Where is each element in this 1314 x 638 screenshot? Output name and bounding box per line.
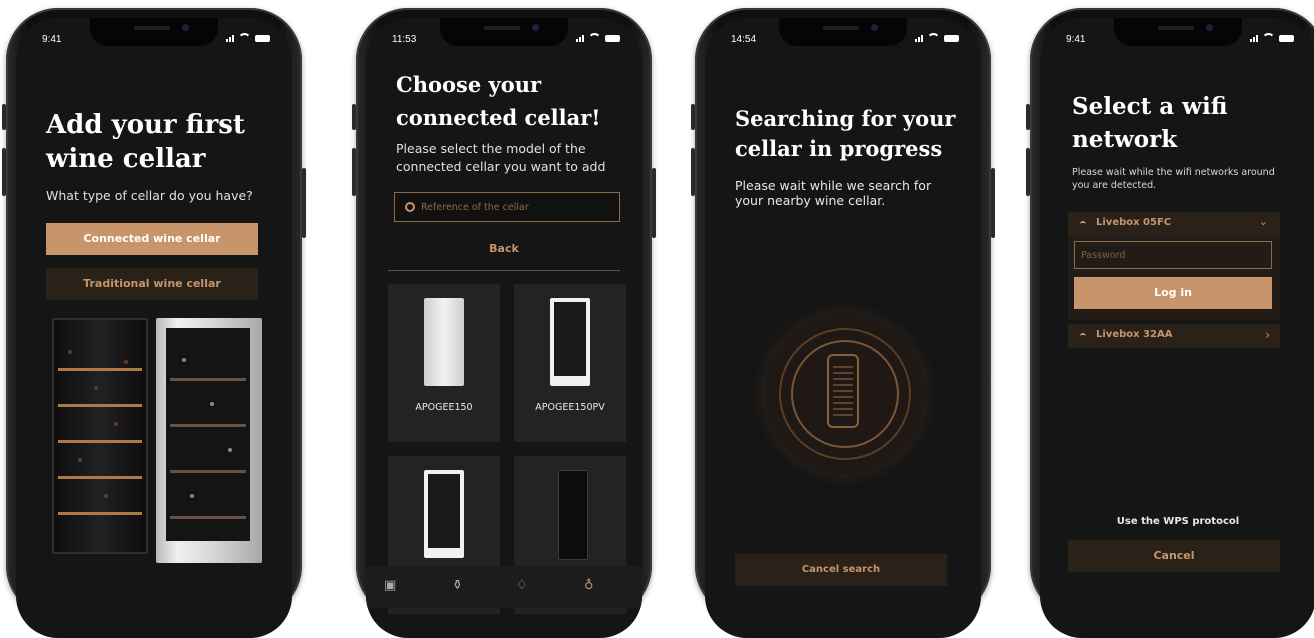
- signal-icon: [1250, 35, 1258, 42]
- connected-wine-cellar-button[interactable]: Connected wine cellar: [46, 223, 258, 255]
- page-title: Choose your connected cellar!: [396, 72, 601, 130]
- wifi-network-item[interactable]: Livebox 05FC ⌄: [1068, 212, 1280, 236]
- page-subtitle: Please wait while the wifi networks arou…: [1072, 167, 1275, 191]
- page-title: Select a wifi network: [1072, 93, 1228, 153]
- bell-tab-icon[interactable]: ♢: [516, 578, 528, 593]
- screen-searching: 14:54 Searching for your cellar in progr…: [705, 18, 981, 638]
- chevron-right-icon: ›: [1265, 328, 1270, 342]
- password-panel: Password Log in: [1068, 236, 1280, 320]
- model-tile-apogee150[interactable]: APOGEE150: [388, 284, 500, 442]
- status-icons: [226, 33, 270, 42]
- search-radar-icon: [765, 314, 925, 474]
- wifi-icon: [1262, 33, 1275, 42]
- page-title: Searching for your cellar in progress: [735, 106, 956, 161]
- signal-icon: [915, 35, 923, 42]
- wifi-icon: [238, 33, 251, 42]
- battery-icon: [605, 35, 620, 42]
- status-time: 9:41: [1066, 34, 1086, 45]
- phone-icon: [827, 354, 859, 428]
- wifi-icon: [1080, 221, 1086, 227]
- battery-icon: [255, 35, 270, 42]
- wifi-network-item[interactable]: Livebox 32AA ›: [1068, 324, 1280, 348]
- cellar-tab-icon[interactable]: ▣: [384, 578, 396, 593]
- cellar-thumbnail: [558, 470, 588, 560]
- model-tile-apogee150pv[interactable]: APOGEE150PV: [514, 284, 626, 442]
- wifi-icon: [927, 33, 940, 42]
- cellar-thumbnail: [424, 298, 464, 386]
- model-label: APOGEE150: [415, 402, 473, 413]
- cellar-thumbnail: [550, 298, 590, 386]
- cellar-thumbnail: [424, 470, 464, 558]
- screen-add-cellar: 9:41 Add your first wine cellar What typ…: [16, 18, 292, 638]
- wps-protocol-link[interactable]: Use the WPS protocol: [1040, 516, 1314, 527]
- signal-icon: [226, 35, 234, 42]
- phone-frame-add-cellar: 9:41 Add your first wine cellar What typ…: [2, 8, 306, 638]
- screen-wifi: 9:41 Select a wifi network Please wait w…: [1040, 18, 1314, 638]
- phone-frame-searching: 14:54 Searching for your cellar in progr…: [691, 8, 995, 638]
- traditional-wine-cellar-button[interactable]: Traditional wine cellar: [46, 268, 258, 300]
- signal-icon: [576, 35, 584, 42]
- page-subtitle: Please select the model of the connected…: [396, 141, 606, 174]
- screen-choose-cellar: 11:53 Choose your connected cellar! Plea…: [366, 18, 642, 638]
- model-label: APOGEE150PV: [535, 402, 605, 413]
- wine-cellar-image: [52, 318, 148, 554]
- back-button[interactable]: Back: [366, 242, 642, 255]
- page-title: Add your first wine cellar: [46, 110, 245, 174]
- network-name: Livebox 32AA: [1096, 329, 1173, 340]
- battery-icon: [944, 35, 959, 42]
- divider: [388, 270, 620, 271]
- wine-cellar-image: [156, 318, 262, 563]
- network-name: Livebox 05FC: [1096, 217, 1172, 228]
- search-icon: [405, 202, 415, 212]
- status-time: 9:41: [42, 34, 62, 45]
- battery-icon: [1279, 35, 1294, 42]
- status-time: 11:53: [392, 34, 417, 45]
- bottom-tab-bar: ▣ ⚱ ♢ ♁: [366, 566, 642, 608]
- bottle-tab-icon[interactable]: ⚱: [452, 578, 463, 593]
- cancel-search-button[interactable]: Cancel search: [735, 554, 947, 586]
- wifi-icon: [588, 33, 601, 42]
- search-input[interactable]: Reference of the cellar: [394, 192, 620, 222]
- password-input[interactable]: Password: [1074, 241, 1272, 269]
- page-subtitle: What type of cellar do you have?: [46, 188, 253, 203]
- status-time: 14:54: [731, 34, 757, 45]
- status-icons: [1250, 33, 1294, 42]
- profile-tab-icon[interactable]: ♁: [584, 578, 594, 593]
- status-icons: [576, 33, 620, 42]
- login-button[interactable]: Log in: [1074, 277, 1272, 309]
- cancel-button[interactable]: Cancel: [1068, 540, 1280, 572]
- status-icons: [915, 33, 959, 42]
- wifi-icon: [1080, 333, 1086, 339]
- phone-frame-wifi: 9:41 Select a wifi network Please wait w…: [1026, 8, 1314, 638]
- page-subtitle: Please wait while we search for your nea…: [735, 178, 932, 208]
- search-placeholder: Reference of the cellar: [421, 202, 529, 213]
- phone-frame-choose-cellar: 11:53 Choose your connected cellar! Plea…: [352, 8, 656, 638]
- chevron-down-icon: ⌄: [1258, 215, 1268, 228]
- password-placeholder: Password: [1081, 250, 1126, 261]
